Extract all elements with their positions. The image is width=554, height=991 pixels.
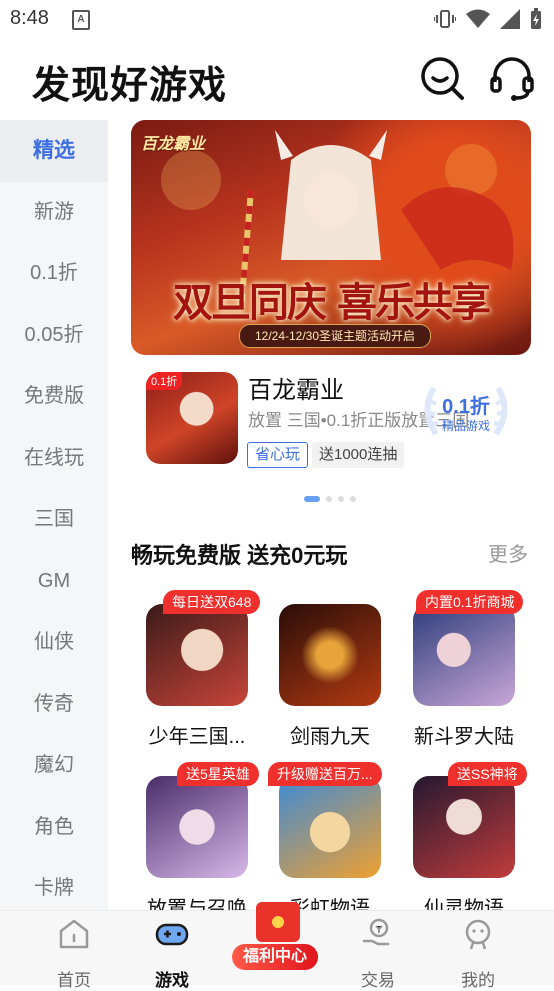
sidebar-item-new[interactable]: 新游 xyxy=(0,182,108,244)
game-card[interactable]: 送SS神将 仙灵物语 xyxy=(404,762,527,921)
red-envelope-icon xyxy=(256,902,300,942)
sidebar-item-rpg[interactable]: 角色 xyxy=(0,797,108,859)
carousel-indicator xyxy=(304,496,356,502)
headset-icon[interactable] xyxy=(488,54,536,102)
category-sidebar: 精选 新游 0.1折 0.05折 免费版 在线玩 三国 GM 仙侠 传奇 魔幻 … xyxy=(0,120,108,910)
sidebar-item-featured[interactable]: 精选 xyxy=(0,120,108,182)
section-more-link[interactable]: 更多 xyxy=(488,538,528,567)
sidebar-item-sanguo[interactable]: 三国 xyxy=(0,489,108,551)
game-card[interactable]: 内置0.1折商城 新斗罗大陆 xyxy=(404,590,524,749)
game-ribbon: 送SS神将 xyxy=(448,762,527,786)
carousel-dot xyxy=(350,496,356,502)
wifi-icon xyxy=(466,9,490,28)
vibrate-icon xyxy=(434,10,456,28)
game-ribbon: 每日送双648 xyxy=(163,590,261,614)
sidebar-item-free[interactable]: 免费版 xyxy=(0,366,108,428)
sidebar-item-legend[interactable]: 传奇 xyxy=(0,674,108,736)
sidebar-item-discount-005[interactable]: 0.05折 xyxy=(0,305,108,367)
page-title: 发现好游戏 xyxy=(32,65,228,107)
trade-icon xyxy=(362,918,390,946)
sidebar-item-xianxia[interactable]: 仙侠 xyxy=(0,612,108,674)
discount-badge-value: 0.1折 xyxy=(442,396,490,418)
discount-badge-label: 精品游戏 xyxy=(441,419,490,433)
sidebar-item-fantasy[interactable]: 魔幻 xyxy=(0,735,108,797)
carousel-dot xyxy=(304,496,320,502)
game-name: 少年三国... xyxy=(148,726,246,748)
game-ribbon: 升级赠送百万... xyxy=(268,762,382,786)
sidebar-item-discount-01[interactable]: 0.1折 xyxy=(0,243,108,305)
banner-headline: 双旦同庆 喜乐共享 xyxy=(173,279,491,326)
nav-mine-label: 我的 xyxy=(461,971,495,990)
game-ribbon: 送5星英雄 xyxy=(177,762,259,786)
discount-badge: 0.1折 精品游戏 xyxy=(416,380,516,442)
banner-logo: 百龙霸业 xyxy=(141,136,206,153)
nav-home[interactable]: 首页 xyxy=(34,911,114,991)
game-icon xyxy=(413,776,515,878)
sidebar-item-online[interactable]: 在线玩 xyxy=(0,428,108,490)
status-bar: 8:48 A xyxy=(0,0,554,38)
carousel-dot xyxy=(326,496,332,502)
carousel-dot xyxy=(338,496,344,502)
game-icon xyxy=(146,776,248,878)
promo-banner[interactable]: 百龙霸业 双旦同庆 喜乐共享 12/24-12/30圣诞主题活动开启 xyxy=(131,120,531,355)
nav-home-label: 首页 xyxy=(57,971,91,990)
featured-game-icon[interactable]: 0.1折 xyxy=(146,372,238,464)
game-card[interactable]: 每日送双648 少年三国... xyxy=(137,590,261,749)
game-icon xyxy=(279,604,381,706)
game-name: 新斗罗大陆 xyxy=(414,726,514,748)
profile-icon xyxy=(465,919,491,950)
status-icons xyxy=(434,8,542,30)
welfare-center-label: 福利中心 xyxy=(232,944,318,970)
notification-icon: A xyxy=(72,10,90,30)
featured-tag-gift: 送1000连抽 xyxy=(312,442,405,468)
featured-tag-easy: 省心玩 xyxy=(247,442,309,468)
game-icon xyxy=(279,776,381,878)
nav-games-label: 游戏 xyxy=(155,971,189,990)
featured-icon-tag: 0.1折 xyxy=(146,372,183,390)
section-title: 畅玩免费版 送充0元玩 xyxy=(131,543,348,568)
nav-trade-label: 交易 xyxy=(361,971,395,990)
status-time: 8:48 xyxy=(10,7,49,29)
sidebar-item-gm[interactable]: GM xyxy=(0,551,108,613)
banner-date: 12/24-12/30圣诞主题活动开启 xyxy=(239,324,431,348)
search-icon[interactable] xyxy=(418,54,466,102)
nav-games[interactable]: 游戏 xyxy=(132,911,212,991)
game-icon xyxy=(146,604,248,706)
welfare-center-button[interactable]: 福利中心 xyxy=(228,896,328,974)
gamepad-icon xyxy=(155,923,189,946)
game-icon xyxy=(413,604,515,706)
nav-mine[interactable]: 我的 xyxy=(438,911,518,991)
signal-icon xyxy=(500,9,520,29)
game-card[interactable]: 剑雨九天 xyxy=(270,604,390,749)
battery-icon xyxy=(531,8,541,29)
featured-game-name[interactable]: 百龙霸业 xyxy=(248,370,344,405)
home-icon xyxy=(59,919,89,949)
game-name: 剑雨九天 xyxy=(290,726,370,748)
game-ribbon: 内置0.1折商城 xyxy=(416,590,524,614)
nav-trade[interactable]: 交易 xyxy=(338,911,418,991)
